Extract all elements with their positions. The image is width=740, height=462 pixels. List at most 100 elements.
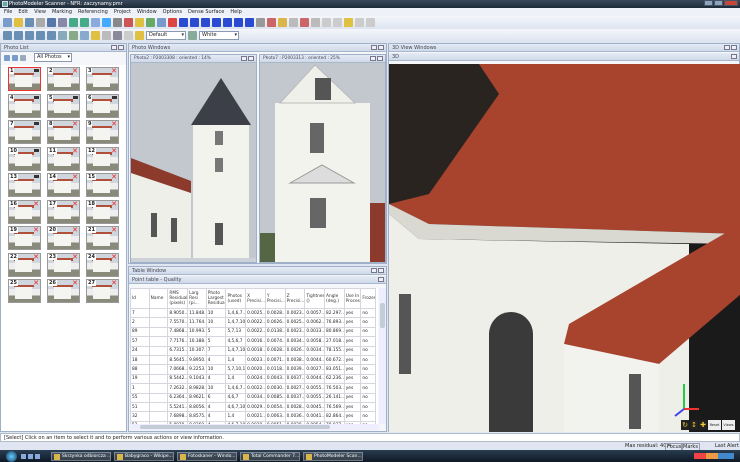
close-button[interactable] [377, 56, 383, 61]
sort-icon[interactable] [20, 54, 26, 61]
maximize-button[interactable] [714, 0, 723, 6]
photo-thumbnail[interactable]: 4 [8, 93, 41, 118]
photo-thumbnail[interactable]: 25 ✕ [8, 279, 41, 303]
toolbar-tool-icon[interactable] [366, 18, 375, 27]
minimize-button[interactable] [704, 0, 713, 6]
menu-edit[interactable]: Edit [18, 8, 28, 16]
pin-button[interactable] [371, 45, 377, 50]
menu-referencing[interactable]: Referencing [78, 8, 108, 16]
photo-thumbnail[interactable]: 24 ✕ [86, 252, 119, 277]
close-button[interactable] [731, 54, 737, 59]
table-row[interactable]: 19 8.5442...9.1043...41,40.0024...0.0043.… [130, 373, 376, 385]
toolbar-view-icon[interactable] [25, 31, 34, 40]
views-button[interactable]: Views [722, 420, 735, 430]
column-header[interactable]: Use In Process... [343, 288, 362, 309]
table-row[interactable]: 246.7315...10.307...71,4,7,100.0018...0.… [130, 345, 376, 356]
toolbar-tool-icon[interactable] [3, 18, 12, 27]
toolbar-tool-icon[interactable] [36, 18, 45, 27]
toolbar-tool-icon[interactable] [300, 18, 309, 27]
toolbar-tool-icon[interactable] [201, 18, 210, 27]
taskbar-item[interactable]: PhotoModeler Scan... [303, 451, 363, 461]
restore-button[interactable] [241, 56, 247, 61]
column-header[interactable]: Z Precisi... [284, 288, 306, 309]
thumbnail-view-icon[interactable] [12, 54, 18, 61]
toolbar-tool-icon[interactable] [69, 18, 78, 27]
toolbar-tool-icon[interactable] [278, 18, 287, 27]
photo-thumbnail[interactable]: 17 ✕ [47, 199, 80, 224]
pin-button[interactable] [724, 45, 730, 50]
toolbar-view-icon[interactable] [58, 31, 67, 40]
quicklaunch-icon[interactable] [35, 453, 40, 459]
close-button[interactable] [378, 277, 384, 282]
photo-thumbnail[interactable]: 11 ✕ [47, 146, 80, 171]
photo-thumbnail[interactable]: 2 ✕ [47, 67, 80, 91]
photo-thumbnail[interactable]: 27 ✕ [86, 279, 119, 303]
toolbar-view-icon[interactable] [3, 31, 12, 40]
system-tray[interactable] [694, 453, 734, 459]
photo-thumbnail[interactable]: 13 [8, 173, 41, 197]
menu-options[interactable]: Options [163, 8, 182, 16]
toolbar-tool-icon[interactable] [157, 18, 166, 27]
column-header[interactable]: Photo Largest Residual [205, 288, 227, 309]
menu-help[interactable]: Help [230, 8, 241, 16]
close-panel-button[interactable] [378, 45, 384, 50]
photo-thumbnail[interactable]: 19 ✕ [8, 226, 41, 250]
list-view-icon[interactable] [4, 54, 10, 61]
toolbar-tool-icon[interactable] [245, 18, 254, 27]
toolbar-tool-icon[interactable] [135, 18, 144, 27]
quicklaunch-icon[interactable] [21, 453, 26, 459]
toolbar-tool-icon[interactable] [322, 18, 331, 27]
rotate-icon[interactable]: ↻ [681, 420, 689, 430]
table-row[interactable]: 32 7.6898...8.8575...41,40.0021...0.0063.… [130, 411, 376, 422]
photo-thumbnail[interactable]: 7 [8, 120, 41, 144]
horizontal-scrollbar[interactable] [130, 424, 379, 430]
toolbar-tool-icon[interactable] [289, 18, 298, 27]
table-row[interactable]: 55 6.2364...8.9621...64,6,70.0034...0.008… [130, 392, 376, 403]
photo-thumbnail[interactable]: 6 [86, 93, 119, 118]
toolbar-view-icon[interactable] [124, 31, 133, 40]
photo-image[interactable] [131, 63, 256, 262]
toolbar-tool-icon[interactable] [146, 18, 155, 27]
menu-file[interactable]: File [4, 8, 12, 16]
column-header[interactable]: Frozen [360, 288, 376, 309]
table-row[interactable]: 88 7.0668...9.2253...105,7,10,130.0020...… [130, 364, 376, 375]
toolbar-tool-icon[interactable] [212, 18, 221, 27]
photo-filter-select[interactable]: All Photos [34, 53, 72, 62]
toolbar-view-icon[interactable] [91, 31, 100, 40]
toolbar-tool-icon[interactable] [14, 18, 23, 27]
zoom-icon[interactable]: ↕ [690, 420, 698, 430]
toolbar-tool-icon[interactable] [344, 18, 353, 27]
table-row[interactable]: 1 7.2632...8.9828...101,4,6,7...0.0022...… [130, 383, 376, 394]
taskbar-item[interactable]: Skrzynka odbiorcza ... [51, 451, 111, 461]
photo-thumbnail[interactable]: 23 ✕ [47, 252, 80, 277]
pin-button[interactable] [371, 268, 377, 273]
last-alert[interactable]: Last Alert [715, 442, 739, 450]
photo-window-2[interactable]: Photo2 : P2003308 : oriented : 14% [130, 54, 257, 263]
toolbar-tool-icon[interactable] [25, 18, 34, 27]
toolbar-view-icon[interactable] [69, 31, 78, 40]
table-row[interactable]: 577.7176...10.388...54,5,6,70.0016...0.0… [130, 336, 376, 347]
vertical-scrollbar[interactable] [379, 288, 386, 424]
column-header[interactable]: Angle (deg.) [324, 288, 345, 309]
style-select[interactable]: Default [146, 31, 186, 40]
toolbar-view-icon[interactable] [80, 31, 89, 40]
toolbar-tool-icon[interactable] [234, 18, 243, 27]
pin-button[interactable] [111, 45, 117, 50]
toolbar-view-icon[interactable] [113, 31, 122, 40]
table-row[interactable]: 515.5241...8.8056...44,6,7,100.0029...0.… [130, 401, 376, 413]
column-header[interactable]: Photos (used) [225, 288, 247, 309]
toolbar-tool-icon[interactable] [311, 18, 320, 27]
toolbar-tool-icon[interactable] [47, 18, 56, 27]
column-header[interactable]: X Precisi... [245, 288, 266, 309]
photo-thumbnail[interactable]: 26 ✕ [47, 279, 80, 303]
photo-thumbnail[interactable]: 1 [8, 67, 41, 91]
table-row[interactable]: 89 7.4868...10.993...55,7,130.0022...0.01… [130, 326, 376, 338]
toolbar-tool-icon[interactable] [80, 18, 89, 27]
toolbar-tool-icon[interactable] [333, 18, 342, 27]
photo-thumbnail[interactable]: 12 ✕ [86, 146, 119, 171]
column-header[interactable]: RMS Residual (pixels) [167, 288, 189, 309]
column-header[interactable]: Tightness () [304, 288, 326, 309]
menu-marking[interactable]: Marking [52, 8, 72, 16]
photo-thumbnail[interactable]: 10 [8, 146, 41, 171]
close-panel-button[interactable] [378, 268, 384, 273]
